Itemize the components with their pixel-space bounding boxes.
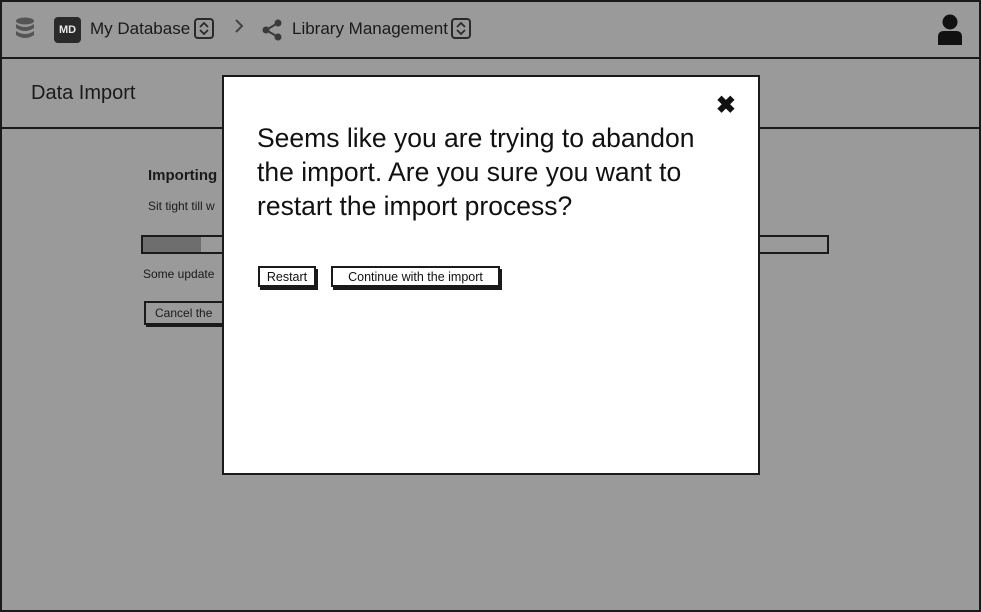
- restart-button[interactable]: Restart: [258, 266, 316, 287]
- import-note: Some update: [143, 267, 215, 281]
- user-avatar-icon[interactable]: [937, 14, 963, 46]
- chevron-right-icon: [233, 17, 245, 35]
- up-down-icon: [456, 21, 466, 36]
- share-icon: [261, 19, 283, 41]
- dialog-message: Seems like you are trying to abandon the…: [257, 123, 695, 221]
- project-switcher[interactable]: [451, 18, 471, 39]
- database-icon[interactable]: [14, 16, 36, 42]
- database-name[interactable]: My Database: [90, 19, 190, 39]
- database-badge[interactable]: MD: [54, 17, 81, 43]
- continue-import-button[interactable]: Continue with the import: [331, 266, 500, 287]
- up-down-icon: [199, 21, 209, 36]
- app-window: MD My Database Library Management Data I…: [0, 0, 981, 612]
- page-title: Data Import: [31, 82, 136, 104]
- import-subtext: Sit tight till w: [148, 199, 215, 213]
- project-name[interactable]: Library Management: [292, 19, 448, 39]
- import-heading: Importing: [148, 167, 218, 184]
- close-icon[interactable]: ✖: [716, 91, 736, 120]
- database-switcher[interactable]: [194, 18, 214, 39]
- progress-fill: [143, 237, 202, 252]
- abandon-import-dialog: ✖ Seems like you are trying to abandon t…: [222, 75, 760, 475]
- top-bar: MD My Database Library Management: [2, 2, 979, 59]
